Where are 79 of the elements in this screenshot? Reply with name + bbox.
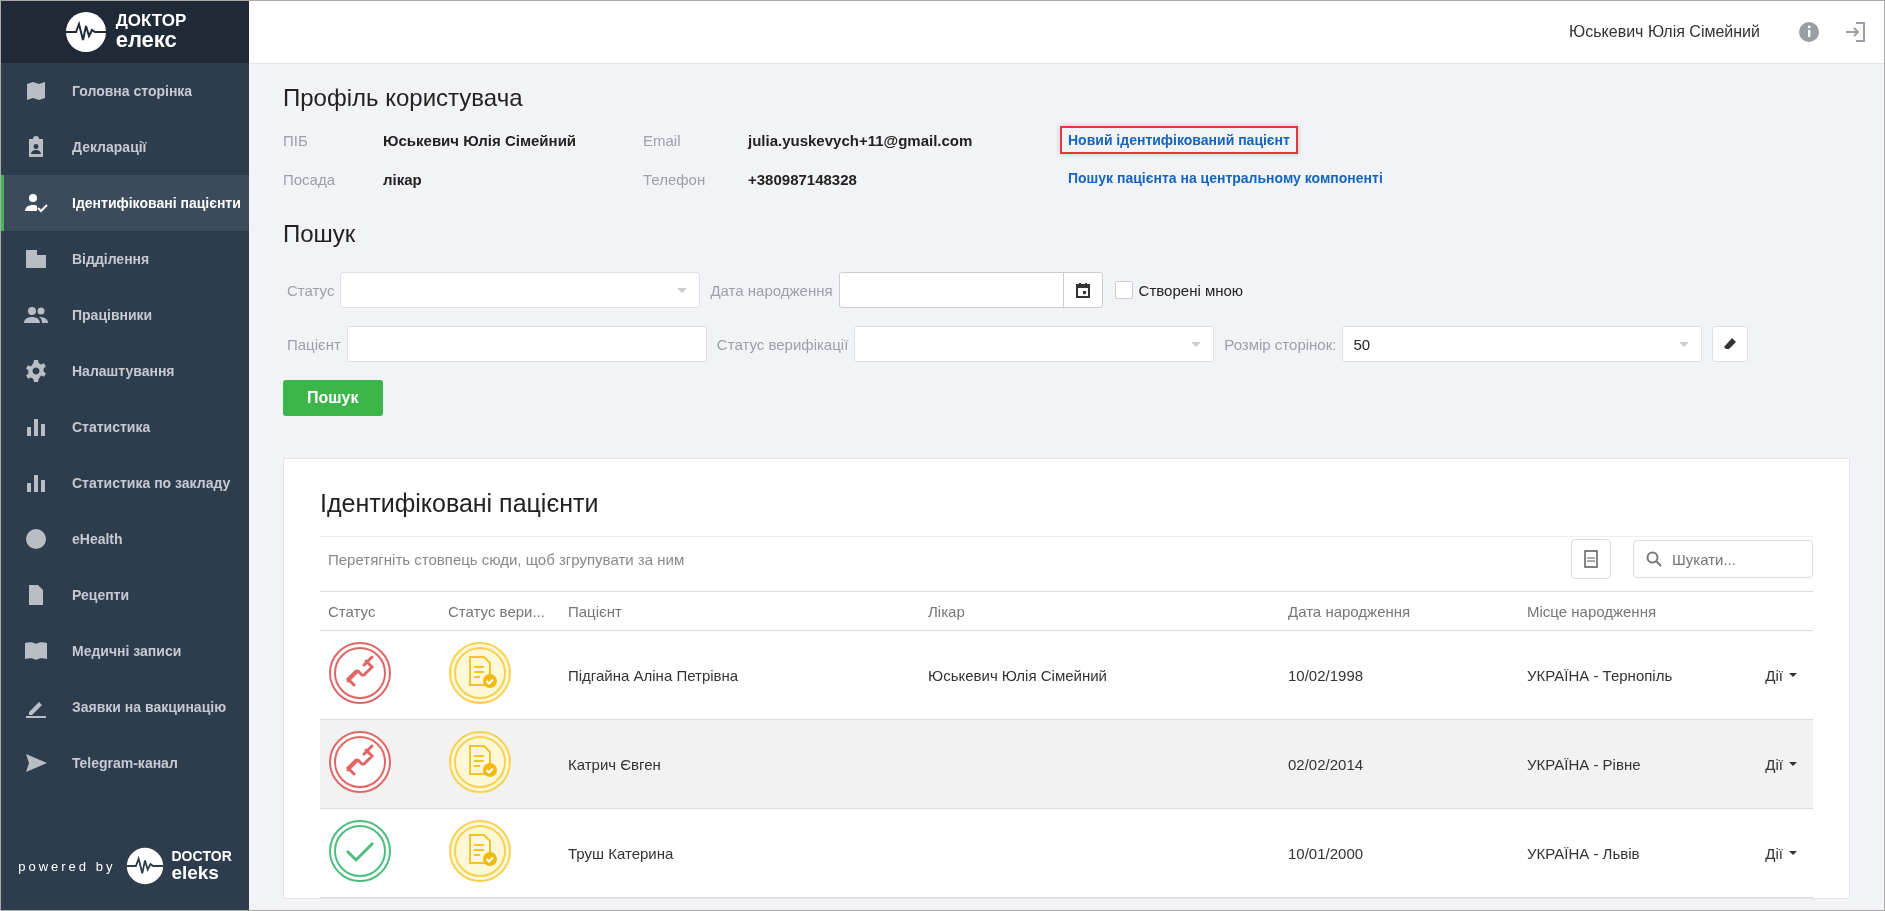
actions-dropdown[interactable]: Дії [1765,666,1797,684]
place-cell-text: УКРАЇНА - Рівне [1527,755,1642,773]
field-label: ПІБ [283,132,309,149]
user-check-icon [24,191,48,215]
date-cell-text: 10/01/2000 [1288,844,1365,862]
field-value: лікар [383,171,423,188]
patient-input-field[interactable] [346,326,707,362]
patient-cell-text: Підгайна Аліна Петрівна [568,666,740,684]
field-label: Статус верифікації [715,335,849,353]
date-field[interactable] [838,272,1103,308]
info-icon[interactable] [1798,21,1820,43]
field-label: Телефон [643,171,707,188]
spreadsheet-icon [1582,550,1600,568]
link[interactable]: Пошук пацієнта на центральному компоненті [1060,164,1391,192]
column-header[interactable]: Місце народження [1527,602,1733,620]
actions-dropdown[interactable]: Дії [1765,755,1797,773]
checkbox[interactable] [1114,281,1133,299]
search-icon [1646,551,1662,567]
field-value: julia.yuskevych+11@gmail.com [748,132,974,149]
calendar-icon [1074,282,1091,298]
sidebar-item[interactable]: Ідентифіковані пацієнти [1,175,249,231]
sidebar-item[interactable]: Статистика [1,399,249,455]
field-label: Дата народження [709,281,833,299]
field-value: Юськевич Юлія Сімейний [383,132,578,149]
date-cell-text: 02/02/2014 [1288,755,1365,773]
sidebar-item[interactable]: Рецепти [1,567,249,623]
link[interactable]: Новий ідентифікований пацієнт [1060,126,1298,154]
section-title: Пошук [283,220,357,248]
checkbox-label: Створені мною [1138,281,1244,299]
page-size-dropdown[interactable]: 50 [1342,326,1703,362]
field-value: +380987148328 [748,171,858,188]
doctor-cell-text: Юськевич Юлія Сімейний [928,666,1108,684]
search-field[interactable]: Шукати... [1633,540,1813,578]
column-header[interactable]: Дата народження [1288,602,1527,620]
sidebar-item[interactable]: Налаштування [1,343,249,399]
sidebar-item[interactable]: Декларації [1,119,249,175]
field-label: Розмір сторінок: [1223,335,1337,353]
logo-text: ДОКТОР елекс [115,13,187,51]
field-label: Email [643,132,682,149]
sidebar-item[interactable]: Telegram-канал [1,735,249,791]
sidebar-item[interactable]: Статистика по закладу [1,455,249,511]
book-icon [24,639,48,663]
patient-cell-text: Катрич Євген [568,755,662,773]
table-row[interactable]: Труш Катерина 10/01/2000 УКРАЇНА - Львів Дії [320,809,1813,898]
column-header[interactable]: Пацієнт [568,602,928,620]
pulse-logo-icon [63,10,108,54]
field-label: Пацієнт [286,335,341,353]
actions-dropdown[interactable]: Дії [1765,844,1797,862]
send-icon [24,751,48,775]
field-label: Посада [283,171,337,188]
place-cell-text: УКРАЇНА - Львів [1527,844,1641,862]
eraser-icon [1723,337,1738,351]
sidebar-item[interactable]: Заявки на вакцинацію [1,679,249,735]
logo-text: DOCTOR eleks [171,850,232,882]
date-cell-text: 10/02/1998 [1288,666,1365,684]
logout-icon[interactable] [1844,21,1866,43]
pulse-logo-icon [125,846,166,886]
sidebar-item[interactable]: Головна сторінка [1,63,249,119]
map-icon [24,79,48,103]
group-hint: Перетягніть стовпець сюди, щоб згрупувати за ним [327,550,686,568]
building-icon [24,247,48,271]
clear-button[interactable] [1712,326,1749,362]
user-name[interactable]: Юськевич Юлія Сімейний [1569,23,1760,41]
sidebar-item[interactable]: Працівники [1,287,249,343]
powered-by-text: powered by [18,858,116,874]
export-button[interactable] [1571,539,1611,579]
column-header[interactable]: Статус [328,602,448,620]
sidebar-item[interactable]: Відділення [1,231,249,287]
column-header[interactable]: Статус вери... [448,602,568,620]
sidebar-item[interactable]: eHealth [1,511,249,567]
table-title: Ідентифіковані пацієнти [320,489,600,518]
field-label: Статус [286,281,335,299]
patient-cell-text: Труш Катерина [568,844,675,862]
table-row[interactable]: Катрич Євген 02/02/2014 УКРАЇНА - Рівне Дії [320,720,1813,809]
place-cell-text: УКРАЇНА - Тернопіль [1527,666,1674,684]
gear-icon [24,359,48,383]
sidebar-item[interactable]: Медичні записи [1,623,249,679]
section-title: Профіль користувача [283,84,524,112]
column-header[interactable]: Лікар [928,602,1288,620]
